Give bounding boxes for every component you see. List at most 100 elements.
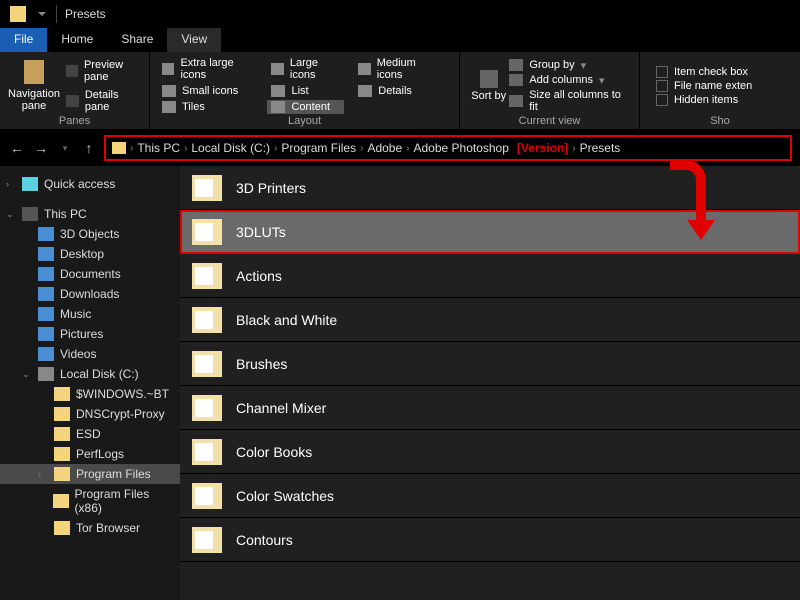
tree-label: Program Files [76,467,151,481]
small-icon [162,85,176,97]
tab-home[interactable]: Home [47,28,107,52]
folder-icon [192,263,222,289]
forward-button[interactable]: → [32,139,50,157]
tree-quick-access[interactable]: ›Quick access [0,174,180,194]
crumb-adobe[interactable]: Adobe [363,141,406,155]
folder-row[interactable]: Actions [180,254,800,298]
folder-icon [192,483,222,509]
crumb-presets[interactable]: Presets [576,141,625,155]
list-icon [271,85,285,97]
sort-by-button[interactable]: Sort by [468,56,509,115]
tree-label: Videos [60,347,96,361]
tree-item[interactable]: $WINDOWS.~BT [0,384,180,404]
layout-small[interactable]: Small icons [158,84,257,98]
folder-row[interactable]: Channel Mixer [180,386,800,430]
layout-xlarge[interactable]: Extra large icons [158,56,257,82]
sizecol-icon [509,95,523,107]
tab-share[interactable]: Share [107,28,167,52]
preview-pane-button[interactable]: Preview pane [66,59,141,83]
library-icon [38,287,54,301]
layout-tiles[interactable]: Tiles [158,100,257,114]
tree-item[interactable]: Documents [0,264,180,284]
folder-name: 3D Printers [236,180,306,196]
back-button[interactable]: ← [8,139,26,157]
checkbox-icon [656,66,668,78]
tree-item[interactable]: PerfLogs [0,444,180,464]
tree-item[interactable]: DNSCrypt-Proxy [0,404,180,424]
tree-local-disk[interactable]: ⌄Local Disk (C:) [0,364,180,384]
tree-item[interactable]: Desktop [0,244,180,264]
crumb-program-files[interactable]: Program Files [277,141,360,155]
folder-icon [54,467,70,481]
crumb-photoshop[interactable]: Adobe Photoshop [409,141,512,155]
layout-large[interactable]: Large icons [267,56,344,82]
layout-content[interactable]: Content [267,100,344,114]
folder-row[interactable]: Black and White [180,298,800,342]
window-title: Presets [65,7,106,21]
title-bar: Presets [0,0,800,28]
details-icon [66,95,79,107]
folder-icon [192,175,222,201]
expand-icon[interactable]: › [6,179,16,189]
tree-item[interactable]: Pictures [0,324,180,344]
add-columns-button[interactable]: Add columns▾ [509,74,631,87]
qat-dropdown-icon[interactable] [38,12,46,16]
layout-medium[interactable]: Medium icons [354,56,441,82]
disk-icon [38,367,54,381]
up-button[interactable]: ↑ [80,139,98,157]
expand-icon[interactable]: › [38,469,48,479]
crumb-disk[interactable]: Local Disk (C:) [187,141,274,155]
folder-icon [10,6,26,22]
folder-row[interactable]: Brushes [180,342,800,386]
divider [56,5,57,23]
tree-item[interactable]: Downloads [0,284,180,304]
layout-details[interactable]: Details [354,84,441,98]
layout-list[interactable]: List [267,84,344,98]
nav-pane-icon [24,60,44,84]
folder-icon [192,307,222,333]
sort-icon [480,70,498,88]
address-bar[interactable]: › This PC › Local Disk (C:) › Program Fi… [104,135,792,161]
tree-label: DNSCrypt-Proxy [76,407,165,421]
group-label-current-view: Current view [468,115,631,129]
tab-file[interactable]: File [0,28,47,52]
tree-item[interactable]: 3D Objects [0,224,180,244]
details-pane-button[interactable]: Details pane [66,89,141,113]
tree-item[interactable]: › Program Files [0,464,180,484]
group-label-layout: Layout [158,115,451,129]
folder-name: Contours [236,532,293,548]
file-extensions-toggle[interactable]: File name exten [656,80,752,92]
ribbon-group-panes: Navigation pane Preview pane Details pan… [0,52,150,129]
tree-label: Tor Browser [76,521,140,535]
tree-item[interactable]: Music [0,304,180,324]
tree-label: Music [60,307,91,321]
folder-name: 3DLUTs [236,224,286,240]
tab-view[interactable]: View [167,28,221,52]
tree-item[interactable]: ESD [0,424,180,444]
xlarge-icon [162,63,174,75]
folder-row[interactable]: Color Swatches [180,474,800,518]
size-columns-button[interactable]: Size all columns to fit [509,89,631,113]
tree-label: Downloads [60,287,119,301]
group-by-button[interactable]: Group by▾ [509,59,631,72]
checkbox-icon [656,94,668,106]
details-view-icon [358,85,372,97]
navigation-pane-button[interactable]: Navigation pane [8,56,60,115]
collapse-icon[interactable]: ⌄ [22,369,32,380]
recent-dropdown[interactable]: ▾ [56,139,74,157]
tree-label: Documents [60,267,121,281]
folder-row[interactable]: Contours [180,518,800,562]
tree-item[interactable]: Tor Browser [0,518,180,538]
item-checkboxes-toggle[interactable]: Item check box [656,66,752,78]
crumb-version: [Version] [513,141,572,155]
tree-label: Pictures [60,327,103,341]
folder-row[interactable]: Color Books [180,430,800,474]
tree-this-pc[interactable]: ⌄This PC [0,204,180,224]
pc-icon [22,207,38,221]
library-icon [38,267,54,281]
tree-item[interactable]: Videos [0,344,180,364]
crumb-this-pc[interactable]: This PC [133,141,184,155]
collapse-icon[interactable]: ⌄ [6,209,16,220]
tree-item[interactable]: Program Files (x86) [0,484,180,518]
hidden-items-toggle[interactable]: Hidden items [656,94,752,106]
